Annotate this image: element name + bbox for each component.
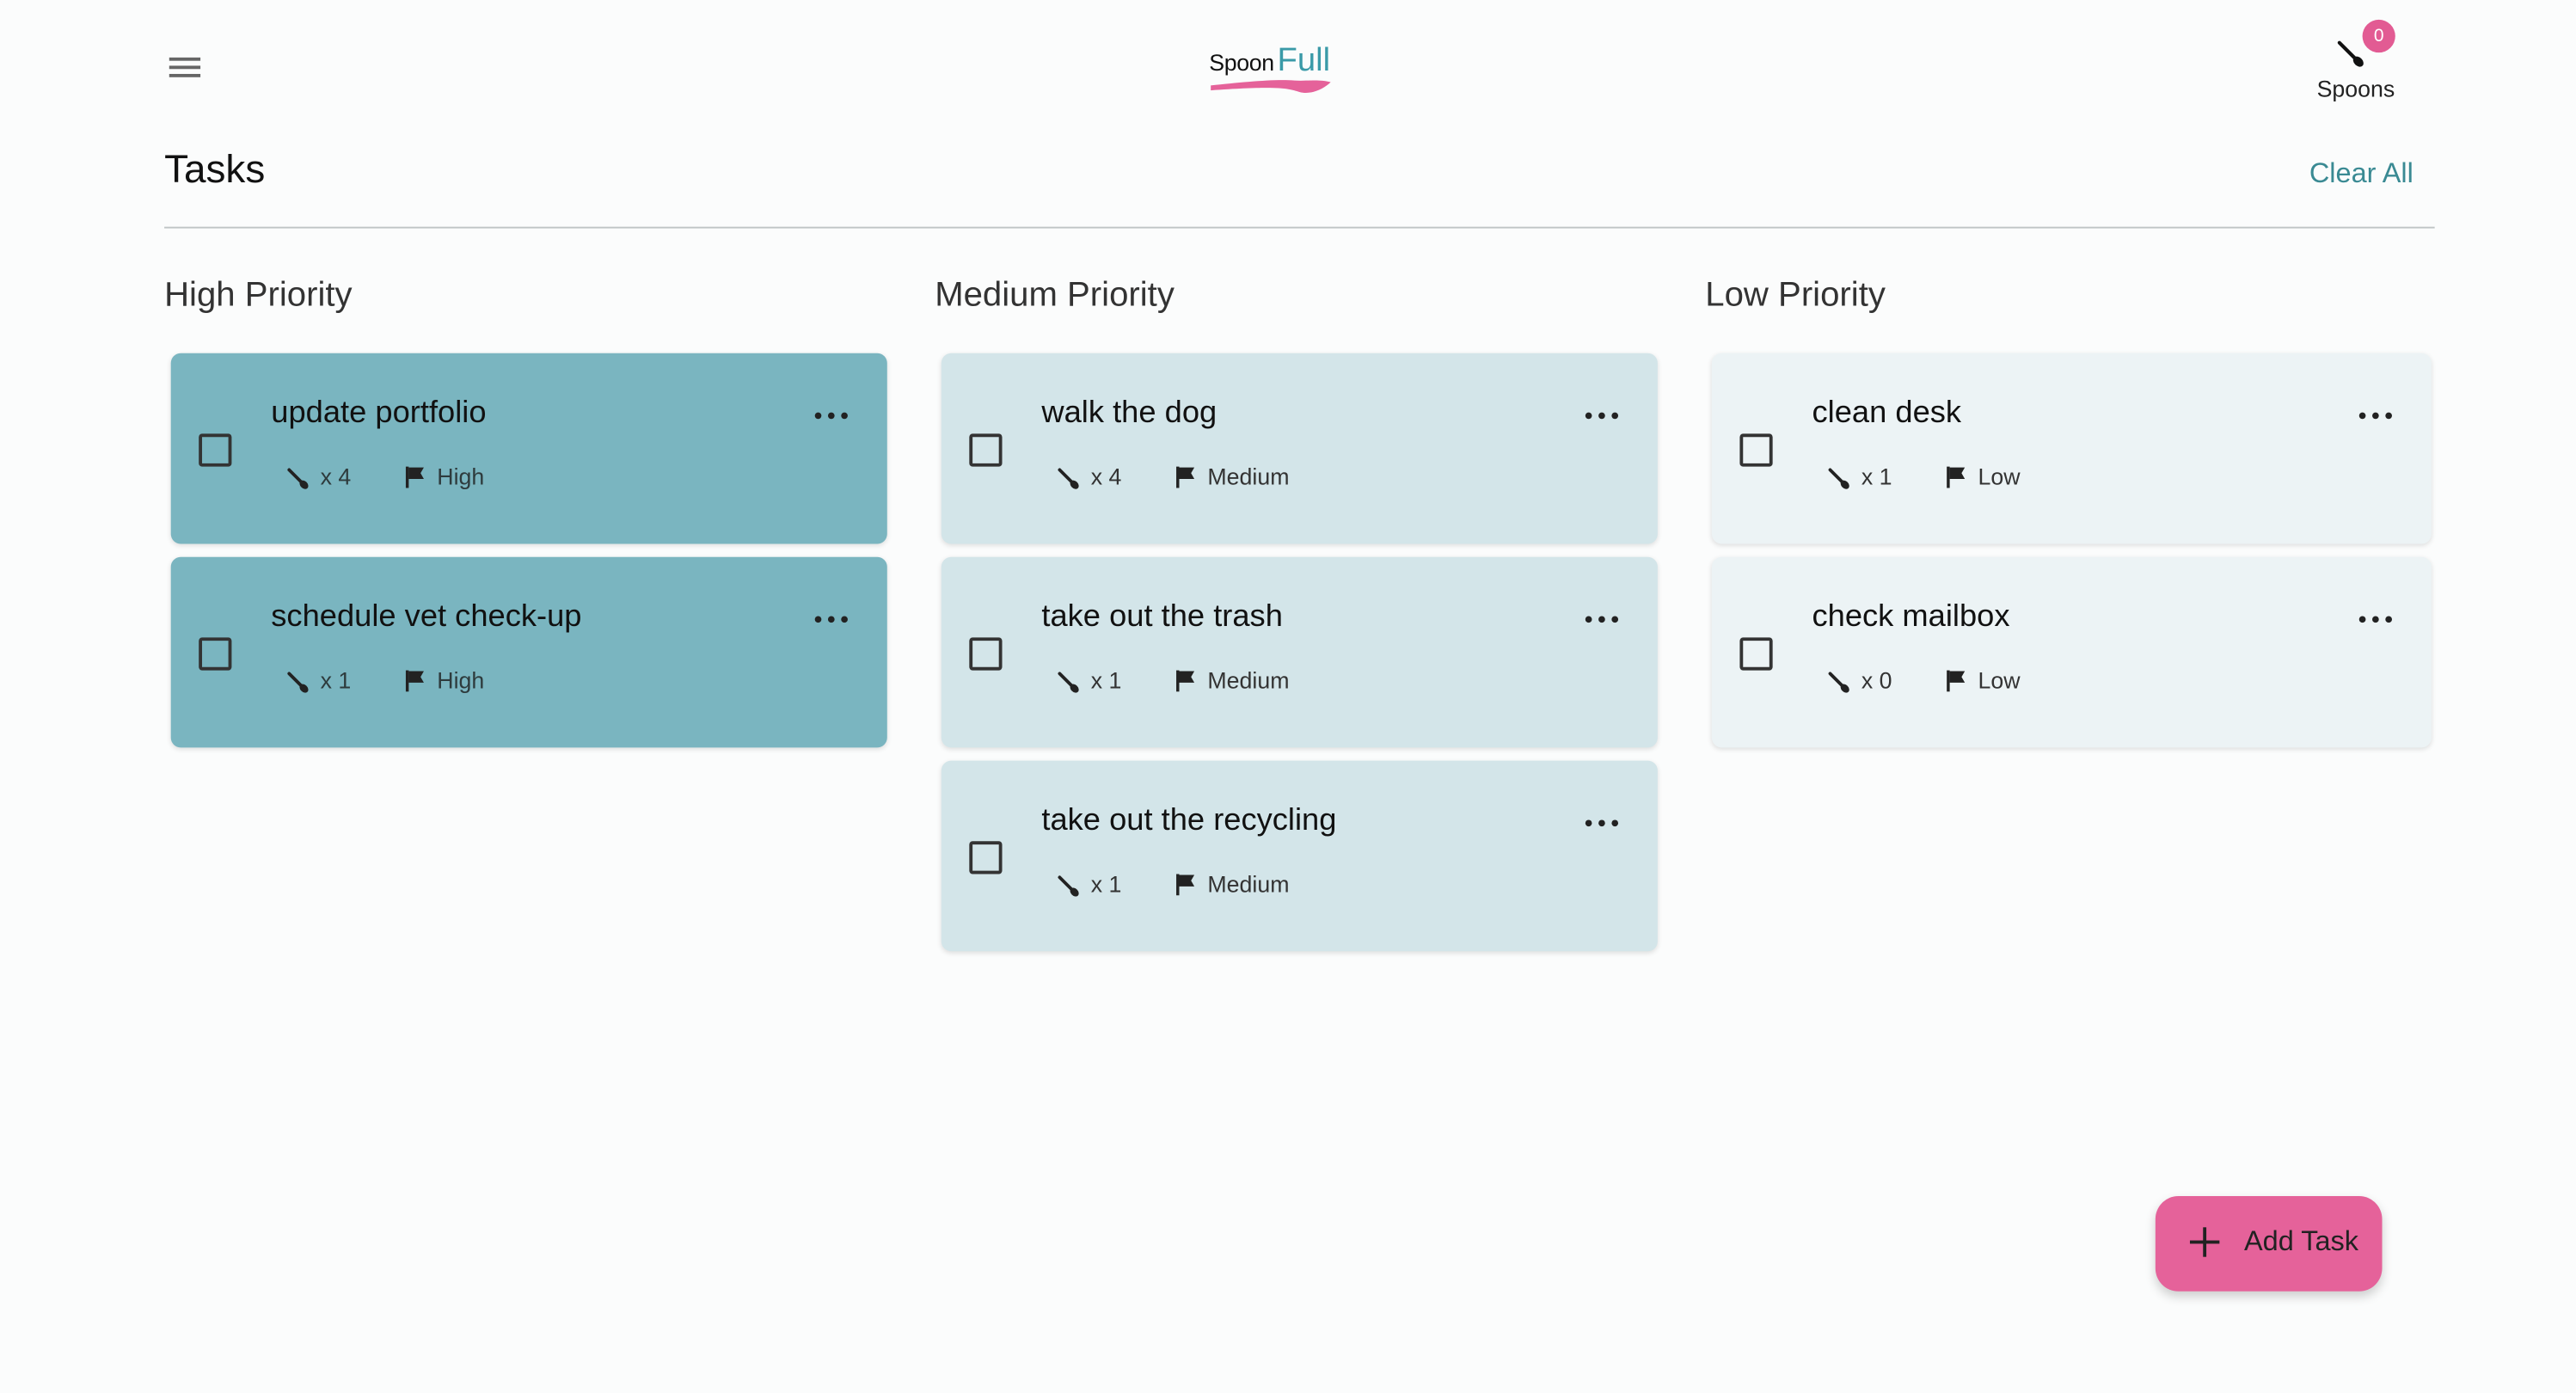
- spoon-count: x 1: [1861, 463, 1892, 490]
- column-title: High Priority: [164, 275, 353, 314]
- task-checkbox[interactable]: [199, 433, 232, 467]
- priority-label: High: [437, 666, 485, 694]
- flag-icon: [404, 465, 427, 493]
- more-options-icon[interactable]: [812, 402, 851, 429]
- column-low-priority: Low Priority clean desk x 1 Low check ma…: [1705, 263, 2432, 761]
- flag-icon: [1945, 465, 1968, 493]
- column-high-priority: High Priority update portfolio x 4 High …: [164, 263, 887, 761]
- menu-icon[interactable]: [164, 49, 207, 85]
- task-card[interactable]: take out the trash x 1 Medium: [941, 556, 1658, 748]
- flag-icon: [1945, 669, 1968, 696]
- more-options-icon[interactable]: [1582, 402, 1622, 429]
- app-page: Spoon Full 0 Spoons Tasks Clear All High …: [0, 0, 2576, 1393]
- spoon-count: x 1: [320, 666, 352, 694]
- more-options-icon[interactable]: [1582, 606, 1622, 633]
- spoons-label: Spoons: [2316, 75, 2395, 102]
- app-logo[interactable]: Spoon Full: [1209, 40, 1340, 102]
- priority-label: Low: [1978, 463, 2021, 490]
- priority-label: Low: [1978, 666, 2021, 694]
- spoon-count: x 4: [320, 463, 352, 490]
- column-title: Medium Priority: [935, 275, 1175, 314]
- task-name: check mailbox: [1812, 599, 2010, 635]
- clear-all-button[interactable]: Clear All: [2309, 157, 2413, 190]
- more-options-icon[interactable]: [1582, 810, 1622, 837]
- add-task-button[interactable]: Add Task: [2155, 1195, 2383, 1292]
- spoons-badge: 0: [2362, 19, 2395, 53]
- spoons-counter[interactable]: 0 Spoons: [2307, 19, 2406, 102]
- priority-label: Medium: [1207, 463, 1290, 490]
- column-medium-priority: Medium Priority walk the dog x 4 Medium …: [935, 263, 1658, 965]
- logo-full-text: Full: [1277, 42, 1331, 79]
- page-title: Tasks: [164, 147, 266, 193]
- spoon-count: x 0: [1861, 666, 1892, 694]
- priority-label: Medium: [1207, 666, 1290, 694]
- task-name: update portfolio: [271, 396, 487, 431]
- spoon-icon: [1057, 671, 1082, 700]
- spoon-count: x 4: [1090, 463, 1122, 490]
- spoon-icon: [1057, 874, 1082, 903]
- spoon-count: x 1: [1090, 870, 1122, 898]
- task-list: clean desk x 1 Low check mailbox x 0 Low: [1711, 353, 2432, 748]
- task-checkbox[interactable]: [969, 433, 1003, 467]
- add-task-label: Add Task: [2244, 1225, 2359, 1257]
- task-name: take out the recycling: [1041, 803, 1337, 838]
- plus-icon: [2189, 1227, 2220, 1257]
- logo-swoosh-icon: [1211, 80, 1331, 94]
- logo-spoon-text: Spoon: [1209, 49, 1274, 76]
- task-checkbox[interactable]: [969, 637, 1003, 671]
- task-name: take out the trash: [1041, 599, 1283, 635]
- task-checkbox[interactable]: [1739, 637, 1773, 671]
- task-list: update portfolio x 4 High schedule vet c…: [170, 353, 887, 748]
- task-card[interactable]: schedule vet check-up x 1 High: [170, 556, 887, 748]
- priority-label: High: [437, 463, 485, 490]
- more-options-icon[interactable]: [2356, 402, 2395, 429]
- more-options-icon[interactable]: [812, 606, 851, 633]
- task-list: walk the dog x 4 Medium take out the tra…: [941, 353, 1658, 952]
- spoon-icon: [285, 671, 310, 700]
- spoon-icon: [1827, 671, 1852, 700]
- spoon-icon: [285, 467, 310, 496]
- flag-icon: [1175, 873, 1198, 900]
- spoon-icon: [2334, 38, 2367, 79]
- task-name: schedule vet check-up: [271, 599, 582, 635]
- task-checkbox[interactable]: [1739, 433, 1773, 467]
- column-title: Low Priority: [1705, 275, 1886, 314]
- task-card[interactable]: walk the dog x 4 Medium: [941, 353, 1658, 544]
- priority-label: Medium: [1207, 870, 1290, 898]
- task-card[interactable]: clean desk x 1 Low: [1711, 353, 2432, 544]
- task-card[interactable]: take out the recycling x 1 Medium: [941, 760, 1658, 952]
- task-checkbox[interactable]: [199, 637, 232, 671]
- task-checkbox[interactable]: [969, 841, 1003, 874]
- spoon-count: x 1: [1090, 666, 1122, 694]
- flag-icon: [1175, 465, 1198, 493]
- task-name: walk the dog: [1041, 396, 1217, 431]
- title-row: Tasks Clear All: [164, 144, 2435, 229]
- spoon-icon: [1057, 467, 1082, 496]
- task-card[interactable]: check mailbox x 0 Low: [1711, 556, 2432, 748]
- flag-icon: [1175, 669, 1198, 696]
- spoon-icon: [1827, 467, 1852, 496]
- task-name: clean desk: [1812, 396, 1962, 431]
- flag-icon: [404, 669, 427, 696]
- task-card[interactable]: update portfolio x 4 High: [170, 353, 887, 544]
- more-options-icon[interactable]: [2356, 606, 2395, 633]
